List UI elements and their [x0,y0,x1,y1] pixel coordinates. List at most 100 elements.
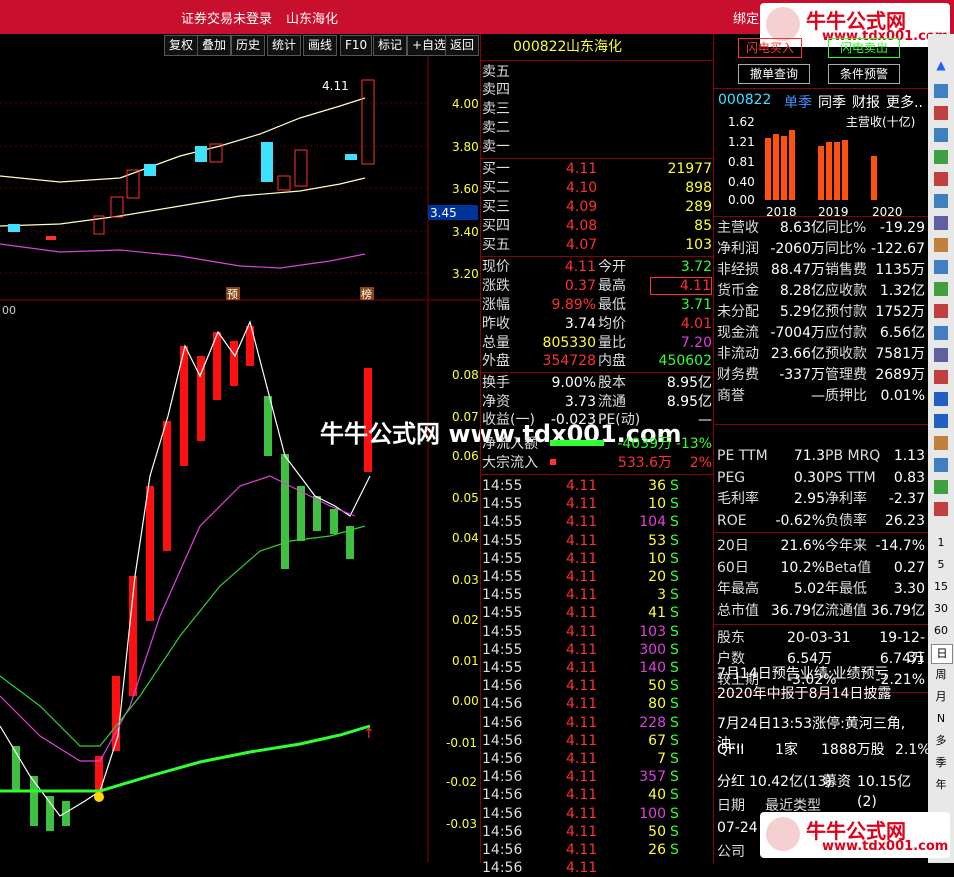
kline-chart[interactable]: 4.11 4.00 3.80 3.60 3.40 3.20 3.45 预 榜 0… [0,56,480,863]
fin-cell: 7581万 [875,346,925,362]
stat-value: 3.72 [680,259,712,275]
news-item[interactable]: 2020年中报于8月14日披露 [717,684,927,704]
toolbar-icon[interactable] [934,172,948,186]
period-button[interactable]: 15 [931,578,951,596]
fin-row: PE TTM 71.3 PB MRQ 1.13 [717,446,927,466]
tick-volume: 41 [648,605,666,622]
news-item[interactable]: 7月14日预告业绩:业绩预亏 [717,664,927,684]
period-button[interactable]: 月 [931,688,951,706]
tab-more[interactable]: 更多.. [886,92,923,112]
tick-price: 4.11 [566,496,598,513]
tick-time: 14:56 [482,678,523,695]
period-button[interactable]: N [931,710,951,728]
flash-sell-button[interactable]: 闪电卖出 [828,38,900,58]
fin-cell: 负债率 [825,512,867,529]
history-button[interactable]: 历史 [231,35,266,56]
toolbar-icon[interactable] [934,458,948,472]
toolbar-icon[interactable] [934,370,948,384]
draw-button[interactable]: 画线 [303,35,338,56]
toolbar-icon[interactable] [934,238,948,252]
buy-level-5: 买五 [482,237,510,253]
period-button[interactable]: 60 [931,622,951,640]
svg-text:0.08: 0.08 [452,368,479,382]
fin-cell: 净利率 [825,491,867,507]
tick-side: S [670,587,679,604]
toolbar-icon[interactable] [934,480,948,494]
toolbar-icon[interactable] [934,260,948,274]
revenue-y-tick: 0.00 [728,193,755,207]
fin-cell: 3.30 [893,581,925,597]
period-button[interactable]: 年 [931,776,951,794]
toolbar-icon[interactable] [934,304,948,318]
stat-value: 3.71 [680,297,712,313]
buy-price: 4.09 [566,199,598,215]
svg-text:-0.01: -0.01 [446,736,477,750]
cow-logo-icon [766,817,800,851]
buy-level-4: 买四 [482,218,510,234]
tick-volume: 103 [639,623,666,640]
period-button[interactable]: 周 [931,666,951,684]
toolbar-icon[interactable] [934,150,948,164]
flash-buy-button[interactable]: 闪电买入 [738,38,802,58]
back-button[interactable]: 返回 [445,35,480,56]
svg-text:0.05: 0.05 [452,491,479,505]
sell-level-3: 卖三 [482,101,510,117]
toolbar-icon[interactable] [934,128,948,142]
f10-button[interactable]: F10 [340,35,373,56]
fin-cell: 36.79亿 [770,602,825,619]
toolbar-icon[interactable] [934,194,948,208]
stat-label: 外盘 [482,353,510,369]
fin-cell: 流通值 [825,602,867,619]
tick-time: 14:56 [482,805,523,822]
up-arrow-icon[interactable]: ▲ [932,58,950,72]
period-button[interactable]: 日 [931,644,953,664]
period-button[interactable]: 1 [931,534,951,552]
period-button[interactable]: 5 [931,556,951,574]
fin-cell: 5.29亿 [779,304,825,320]
tick-side: S [670,751,679,767]
tab-single-quarter[interactable]: 单季 [784,92,812,112]
stat-label: 今开 [598,259,626,275]
tick-price: 4.11 [566,605,598,622]
bind-link[interactable]: 绑定 [733,8,759,27]
toolbar-icon[interactable] [934,392,948,406]
tick-time: 14:55 [482,587,523,604]
tick-price: 4.11 [566,842,598,858]
stat-value: 0.37 [564,278,596,294]
toolbar-icon[interactable] [934,84,948,98]
news-item[interactable]: 7月24日13:53涨停:黄河三角,油... [717,714,927,752]
toolbar-icon[interactable] [934,348,948,362]
stat-label: 涨跌 [482,278,510,294]
toolbar-icon[interactable] [934,502,948,516]
fin-cell: 8.63亿 [779,220,825,236]
toolbar-icon[interactable] [934,326,948,340]
fin-cell: ROE [717,512,747,529]
toolbar-icon[interactable] [934,106,948,120]
fin-row: ROE -0.62% 负债率 26.23 [717,511,927,531]
overlay-button[interactable]: 叠加 [197,35,232,56]
fin-cell: 6.56亿 [879,325,925,341]
stat-value: 805330 [542,335,596,351]
toolbar-icon[interactable] [934,436,948,450]
price-tick: 3.40 [452,225,479,239]
fin-row: 20日 21.6% 今年来 -14.7% [717,536,927,556]
stat-value: 7.20 [680,335,712,351]
tab-same-quarter[interactable]: 同季 [818,92,846,112]
order-query-button[interactable]: 撤单查询 [738,64,810,84]
period-button[interactable]: 30 [931,600,951,618]
period-button[interactable]: 多 [931,732,951,750]
condition-alert-button[interactable]: 条件预警 [828,64,900,84]
period-button[interactable]: 季 [931,754,951,772]
stats-button[interactable]: 统计 [267,35,302,56]
tab-report[interactable]: 财报 [852,92,880,112]
fin-cell: 非经损 [717,262,759,278]
toolbar-icon[interactable] [934,282,948,296]
mark-button[interactable]: 标记 [373,35,408,56]
fuquan-button[interactable]: 复权 [164,35,199,56]
toolbar-icon[interactable] [934,414,948,428]
stat-value: 4.01 [680,316,712,332]
toolbar-icon[interactable] [934,216,948,230]
stat-label: 昨收 [482,316,510,332]
tick-price: 4.11 [566,660,598,676]
signal-dot [94,792,104,802]
